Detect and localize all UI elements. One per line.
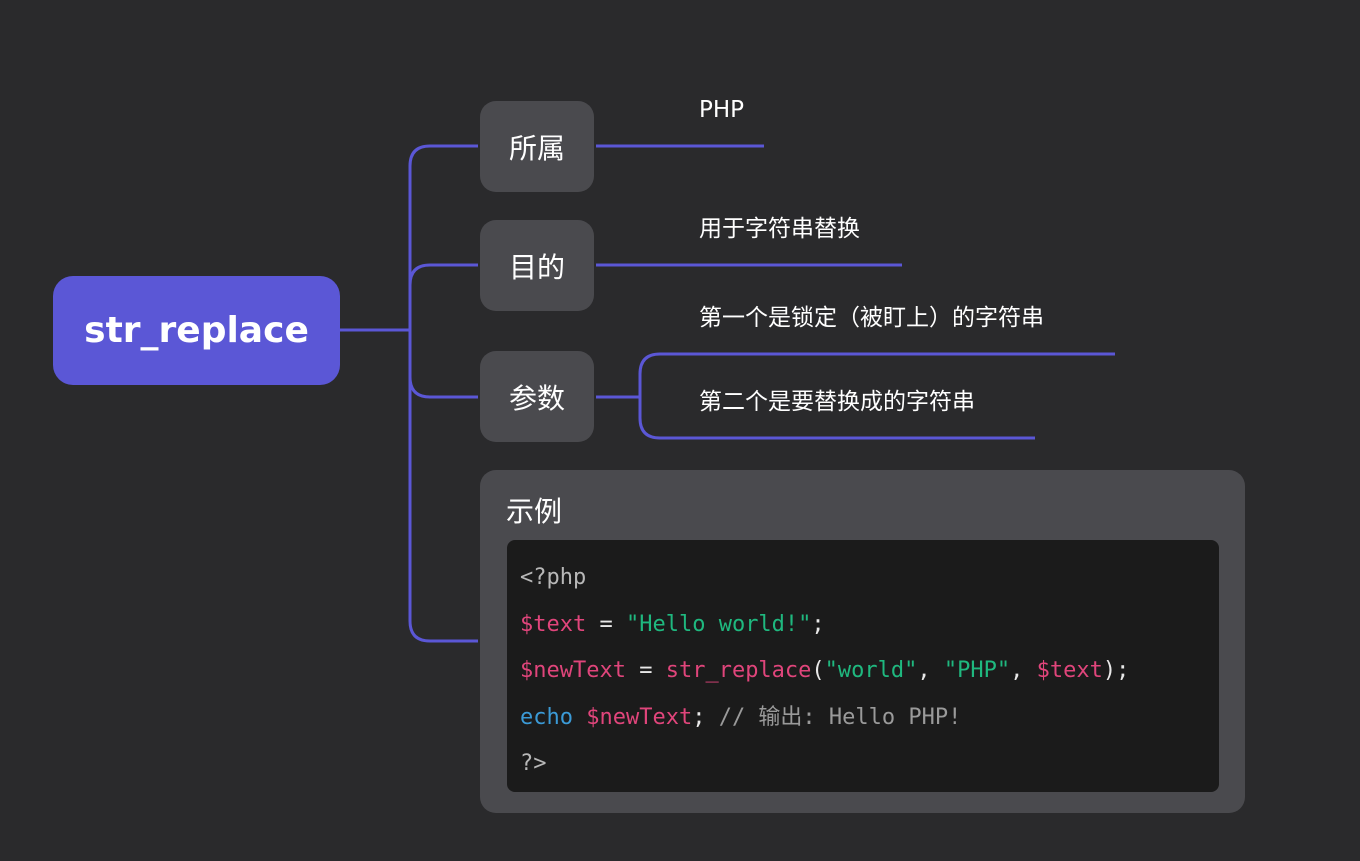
code-block: <?php $text = "Hello world!"; $newText =… [507, 540, 1219, 792]
code-variable: $newText [520, 658, 626, 683]
code-semicolon: ; [811, 611, 825, 637]
purpose-connector [408, 263, 478, 286]
code-string: "PHP" [943, 658, 1011, 683]
code-line-2: $text = "Hello world!"; [520, 607, 1219, 654]
code-operator: = [625, 658, 666, 683]
code-comma: , [917, 658, 944, 683]
params-connector [408, 376, 478, 399]
code-variable: $text [520, 611, 587, 637]
code-paren-open: ( [811, 658, 825, 683]
branch-node-belongs[interactable]: 所属 [480, 101, 594, 192]
leaf-belongs-value[interactable]: PHP [699, 95, 744, 125]
branch-node-params[interactable]: 参数 [480, 351, 594, 442]
code-string: "Hello world!" [625, 611, 812, 637]
code-line-3: $newText = str_replace("world", "PHP", $… [520, 653, 1219, 700]
trunk-connector [408, 144, 478, 643]
root-node[interactable]: str_replace [53, 276, 340, 385]
code-operator: = [586, 611, 626, 637]
code-keyword: echo [520, 704, 573, 730]
example-title: 示例 [506, 495, 563, 528]
code-php-close-tag: ?> [520, 751, 547, 776]
branch-node-example[interactable]: 示例 <?php $text = "Hello world!"; $newTex… [480, 470, 1245, 813]
branch-node-purpose[interactable]: 目的 [480, 220, 594, 311]
leaf-purpose-value[interactable]: 用于字符串替换 [699, 214, 860, 244]
leaf-params-item-1[interactable]: 第一个是锁定（被盯上）的字符串 [699, 303, 1044, 333]
code-string: "world" [824, 658, 918, 683]
code-line-1: <?php [520, 560, 1219, 607]
code-line-4: echo $newText; // 输出: Hello PHP! [520, 700, 1219, 747]
code-variable: $text [1036, 658, 1103, 683]
code-comma: , [1010, 658, 1037, 683]
code-variable: $newText [586, 704, 693, 730]
code-line-5: ?> [520, 746, 1219, 793]
code-comment: // 输出: Hello PHP! [705, 704, 962, 730]
code-php-open-tag: <?php [520, 565, 587, 590]
leaf-params-item-2[interactable]: 第二个是要替换成的字符串 [699, 387, 975, 417]
code-function-name: str_replace [665, 658, 812, 683]
code-semicolon: ; [692, 704, 706, 730]
code-paren-close: ); [1102, 658, 1130, 683]
